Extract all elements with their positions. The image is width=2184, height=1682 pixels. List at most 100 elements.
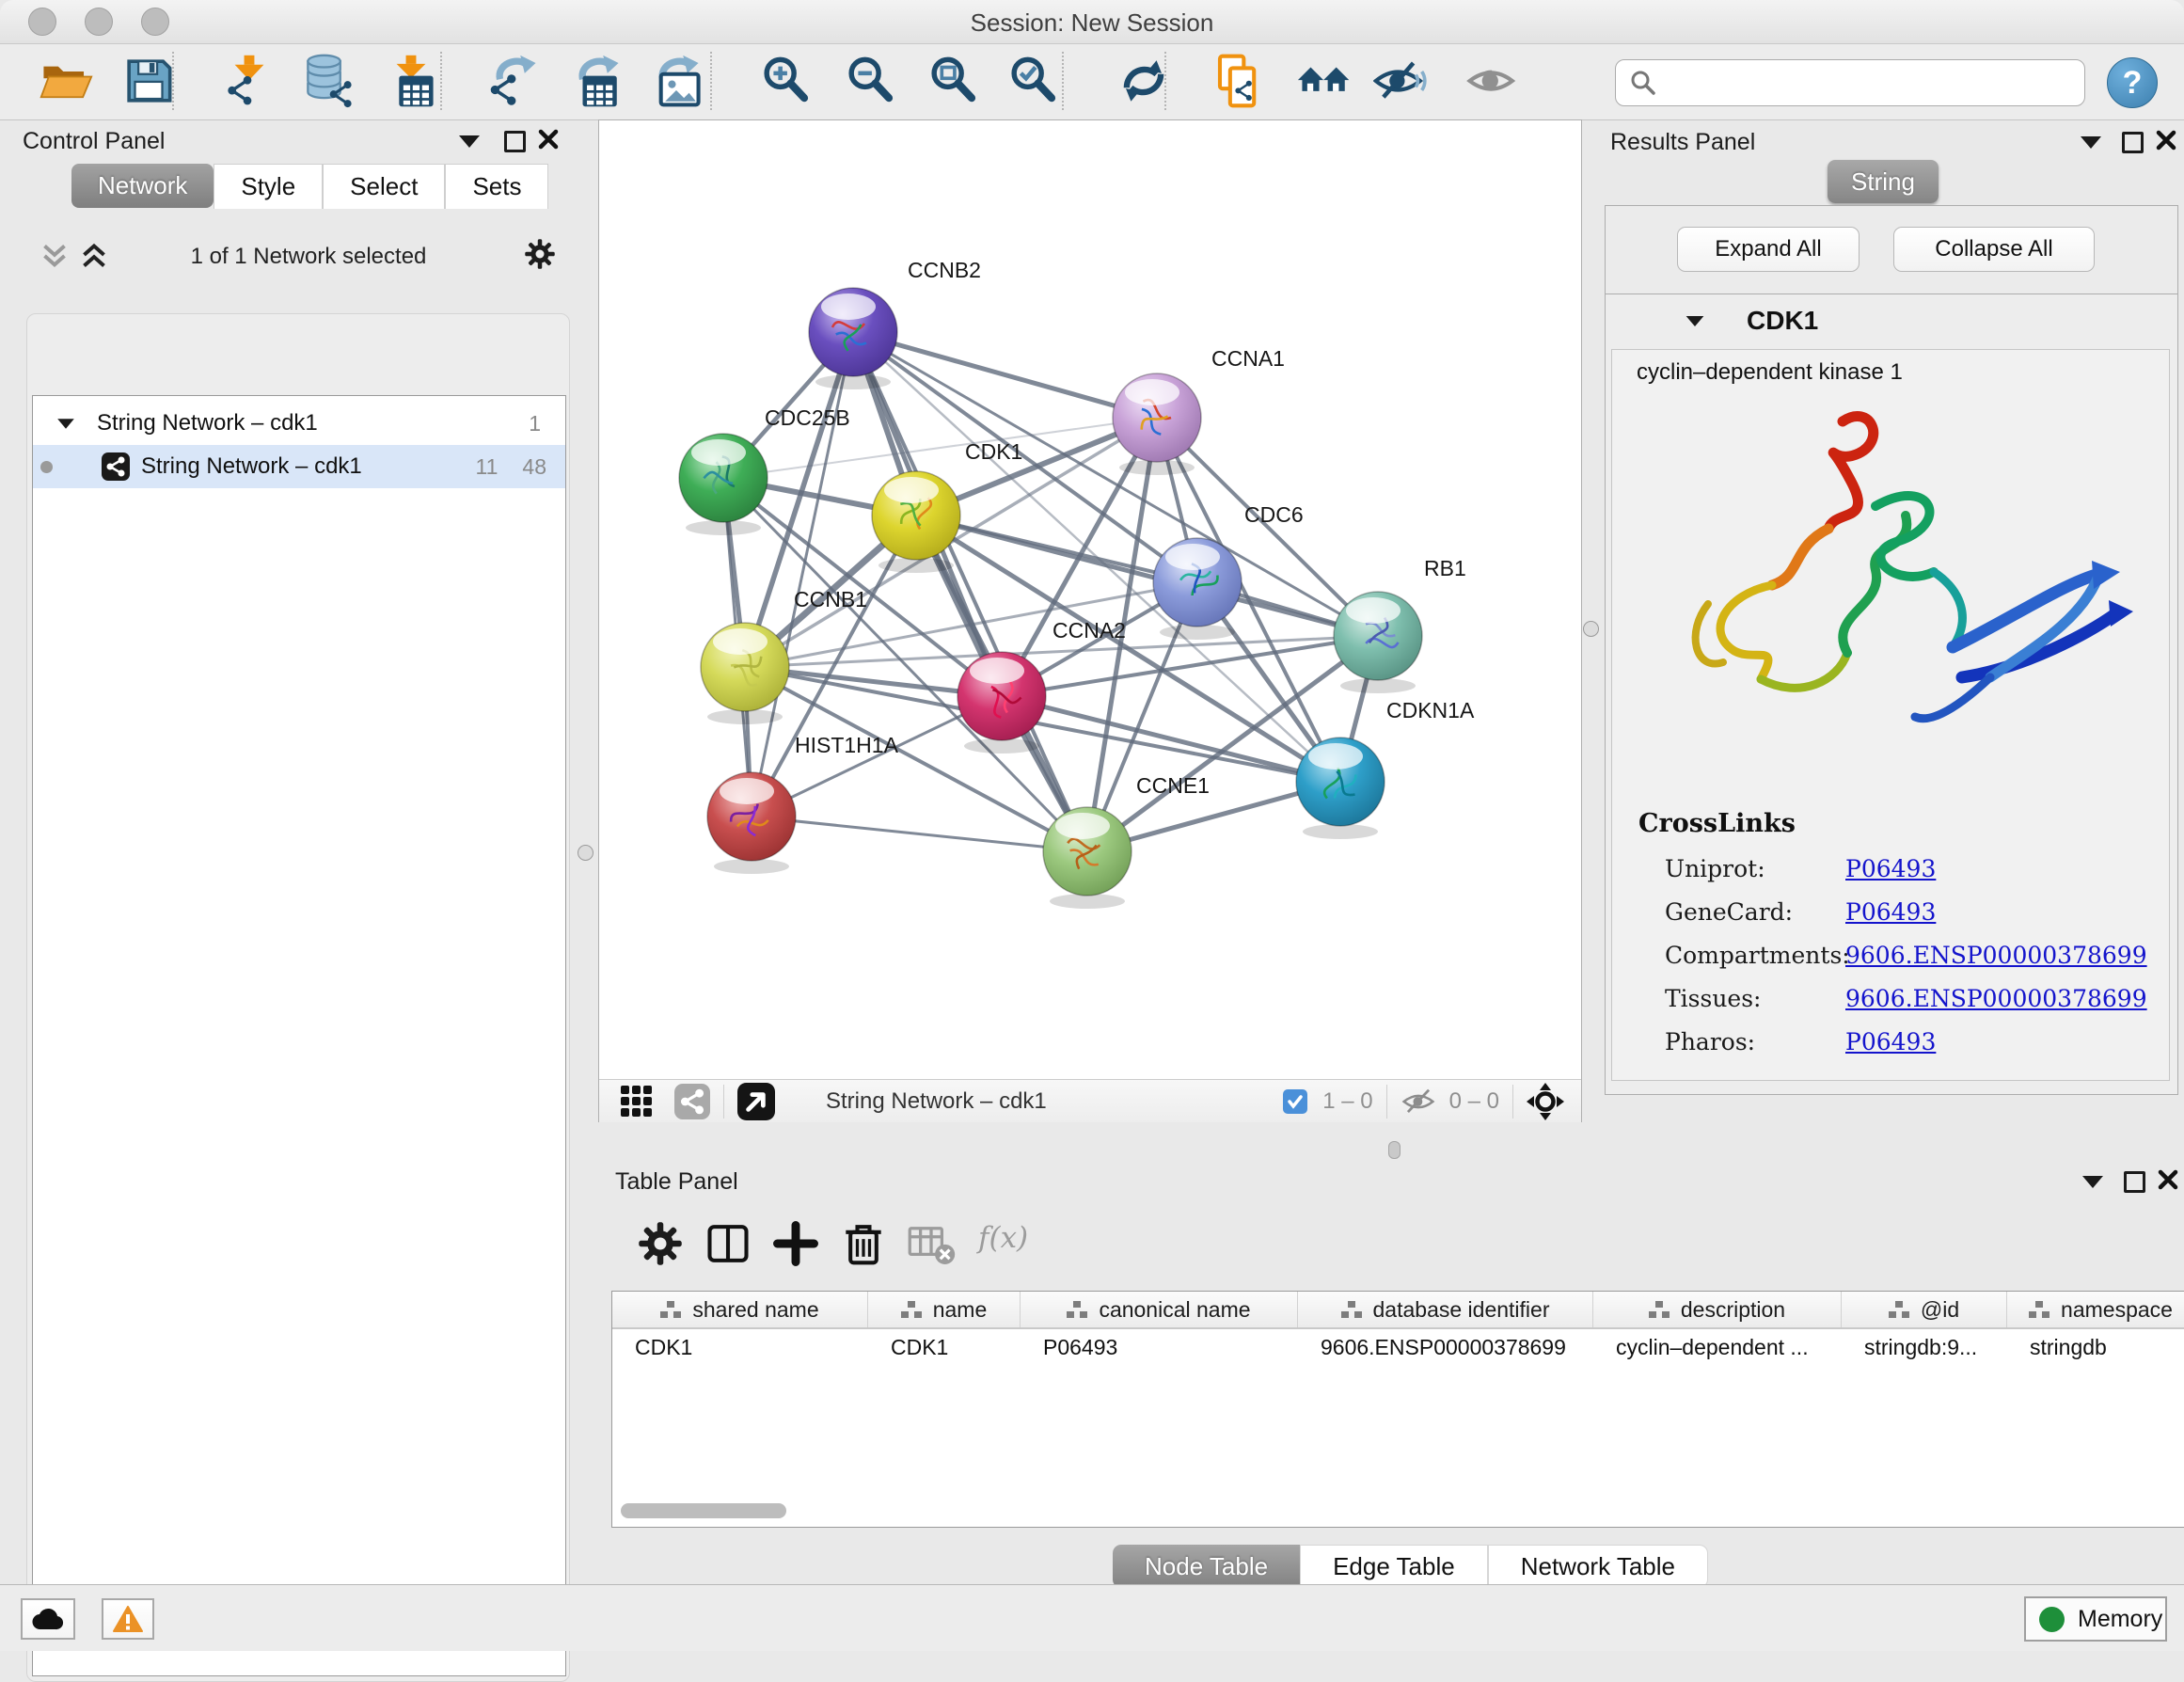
tab-network-table[interactable]: Network Table (1488, 1545, 1708, 1588)
grid-view-icon[interactable] (620, 1085, 654, 1119)
control-panel-close-button[interactable] (538, 129, 559, 150)
table-panel-close-button[interactable] (2158, 1169, 2178, 1190)
table-cell[interactable]: CDK1 (868, 1329, 1021, 1365)
results-panel-menu-arrow[interactable] (2081, 136, 2101, 149)
control-panel-tab-sets[interactable]: Sets (445, 164, 548, 209)
network-node-CCNA2[interactable]: CCNA2 (957, 618, 1126, 754)
network-node-CDKN1A[interactable]: CDKN1A (1296, 698, 1475, 839)
column-header-databaseidentifier[interactable]: database identifier (1298, 1292, 1593, 1327)
crosslink-link[interactable]: P06493 (1845, 1028, 1936, 1055)
table-cell[interactable]: CDK1 (612, 1329, 868, 1365)
show-all-panels-icon[interactable] (1297, 54, 1352, 108)
network-node-HIST1H1A[interactable]: HIST1H1A (707, 733, 899, 874)
export-network-icon[interactable] (486, 54, 541, 108)
collection-expand-arrow[interactable] (57, 419, 74, 428)
hide-unselected-icon[interactable] (1373, 54, 1428, 108)
warnings-button[interactable] (102, 1598, 154, 1640)
zoom-selected-icon[interactable] (1006, 54, 1061, 108)
table-cell[interactable]: stringdb (2007, 1329, 2184, 1365)
import-network-icon[interactable] (222, 54, 277, 108)
network-edge-CDK1-RB1[interactable] (916, 516, 1378, 636)
zoom-fit-icon[interactable] (926, 54, 981, 108)
collapse-all-icon[interactable] (36, 243, 73, 269)
column-header-id[interactable]: @id (1842, 1292, 2007, 1327)
gear-icon[interactable] (523, 237, 557, 271)
tab-edge-table[interactable]: Edge Table (1300, 1545, 1488, 1588)
selected-nodes-checkbox[interactable] (1283, 1089, 1307, 1114)
results-panel-close-button[interactable] (2156, 130, 2176, 151)
save-session-icon[interactable] (121, 54, 176, 108)
horizontal-splitter-handle[interactable] (1388, 1141, 1401, 1159)
cloud-icon (31, 1607, 65, 1631)
network-node-CCNE1[interactable]: CCNE1 (1043, 773, 1210, 909)
network-canvas[interactable]: CCNB2CCNA1CDC25BCDK1CDC6RB1CCNB1CCNA2CDK… (599, 120, 1581, 1079)
hidden-eye-icon[interactable] (1401, 1087, 1436, 1117)
tab-node-table[interactable]: Node Table (1113, 1545, 1300, 1588)
open-session-icon[interactable] (39, 54, 93, 108)
show-columns-icon[interactable] (704, 1219, 752, 1268)
search-field[interactable] (1615, 59, 2085, 106)
network-edge-HIST1H1A-CCNE1[interactable] (752, 817, 1087, 851)
table-row[interactable]: CDK1CDK1P064939606.ENSP00000378699cyclin… (612, 1329, 2184, 1365)
crosslink-link[interactable]: P06493 (1845, 855, 1936, 882)
results-tab-string[interactable]: String (1828, 160, 1939, 203)
table-gear-icon[interactable] (636, 1219, 685, 1268)
delete-column-icon[interactable] (839, 1219, 888, 1268)
network-node-CDC6[interactable]: CDC6 (1153, 502, 1304, 640)
expand-all-icon[interactable] (75, 243, 113, 269)
cloud-button[interactable] (21, 1598, 75, 1640)
column-header-description[interactable]: description (1593, 1292, 1842, 1327)
table-cell[interactable]: P06493 (1021, 1329, 1298, 1365)
network-node-RB1[interactable]: RB1 (1334, 556, 1466, 693)
network-row-selected[interactable]: String Network – cdk1 11 48 (33, 445, 565, 488)
fit-content-crosshair-icon[interactable] (1527, 1083, 1564, 1120)
table-cell[interactable]: stringdb:9... (1842, 1329, 2007, 1365)
help-button[interactable]: ? (2107, 57, 2158, 108)
gene-accordion-header[interactable]: CDK1 (1606, 294, 2177, 347)
control-panel-menu-arrow[interactable] (459, 135, 480, 148)
network-node-CCNB1[interactable]: CCNB1 (701, 587, 867, 724)
table-cell[interactable]: cyclin–dependent ... (1593, 1329, 1842, 1365)
crosslink-label: GeneCard: (1665, 898, 1845, 926)
table-cell[interactable]: 9606.ENSP00000378699 (1298, 1329, 1593, 1365)
crosslink-link[interactable]: 9606.ENSP00000378699 (1845, 942, 2147, 969)
table-panel-float-button[interactable] (2124, 1171, 2145, 1193)
crosslink-row: GeneCard:P06493 (1665, 890, 2154, 933)
results-panel-float-button[interactable] (2122, 132, 2144, 153)
duplicate-network-icon[interactable] (1211, 54, 1265, 108)
network-edge-CCNB2-CCNE1[interactable] (853, 332, 1087, 851)
collapse-all-button[interactable]: Collapse All (1893, 227, 2095, 272)
control-panel-tab-style[interactable]: Style (214, 164, 323, 209)
column-header-sharedname[interactable]: shared name (612, 1292, 868, 1327)
warning-icon (113, 1606, 143, 1632)
column-header-canonicalname[interactable]: canonical name (1021, 1292, 1298, 1327)
zoom-in-icon[interactable] (759, 54, 814, 108)
export-image-icon[interactable] (649, 54, 704, 108)
zoom-out-icon[interactable] (844, 54, 898, 108)
expand-all-button[interactable]: Expand All (1677, 227, 1860, 272)
column-header-name[interactable]: name (868, 1292, 1021, 1327)
network-collection-row[interactable]: String Network – cdk1 1 (33, 396, 565, 445)
collapse-entry-arrow[interactable] (1686, 315, 1704, 325)
network-node-CCNA1[interactable]: CCNA1 (1113, 346, 1285, 475)
right-splitter-handle[interactable] (1583, 621, 1599, 637)
column-header-namespace[interactable]: namespace (2007, 1292, 2184, 1327)
control-panel-float-button[interactable] (504, 131, 526, 152)
table-horizontal-scrollbar[interactable] (621, 1503, 786, 1518)
network-view-icon[interactable] (674, 1084, 710, 1119)
import-table-icon[interactable] (384, 54, 438, 108)
import-database-icon[interactable] (302, 54, 356, 108)
export-table-icon[interactable] (569, 54, 624, 108)
birds-eye-view-icon[interactable] (737, 1083, 775, 1120)
memory-button[interactable]: Memory (2024, 1596, 2167, 1642)
search-input[interactable] (1667, 69, 2084, 97)
table-panel-menu-arrow[interactable] (2082, 1176, 2103, 1188)
control-panel-tab-select[interactable]: Select (323, 164, 445, 209)
refresh-icon[interactable] (1116, 54, 1171, 108)
crosslink-link[interactable]: P06493 (1845, 898, 1936, 926)
create-column-icon[interactable] (771, 1219, 820, 1268)
status-bar: Memory (0, 1584, 2184, 1651)
crosslink-link[interactable]: 9606.ENSP00000378699 (1845, 985, 2147, 1012)
control-panel-tab-network[interactable]: Network (71, 164, 214, 208)
left-splitter-handle[interactable] (578, 845, 593, 861)
